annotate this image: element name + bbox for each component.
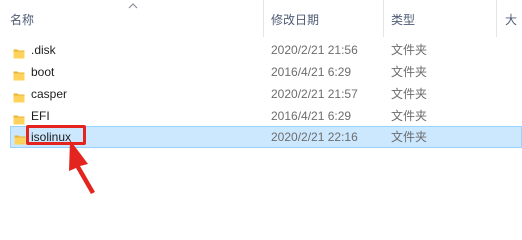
column-divider[interactable] xyxy=(263,0,264,37)
file-name: casper xyxy=(31,87,68,101)
folder-icon xyxy=(13,66,25,81)
column-divider[interactable] xyxy=(383,0,384,37)
folder-icon xyxy=(13,44,25,59)
folder-icon xyxy=(14,131,26,145)
column-header-date[interactable]: 修改日期 xyxy=(271,0,319,37)
file-type: 文件夹 xyxy=(391,65,428,79)
column-header-size[interactable]: 大 xyxy=(505,0,517,37)
file-row[interactable]: .disk 2020/2/21 21:56 文件夹 xyxy=(10,39,522,61)
annotation-arrow-icon xyxy=(69,140,95,194)
file-modified-date: 2020/2/21 22:16 xyxy=(271,130,358,144)
file-row[interactable]: casper 2020/2/21 21:57 文件夹 xyxy=(10,83,522,105)
file-row[interactable]: boot 2016/4/21 6:29 文件夹 xyxy=(10,61,522,83)
column-header-type[interactable]: 类型 xyxy=(391,0,415,37)
file-type: 文件夹 xyxy=(391,109,428,123)
folder-icon xyxy=(13,110,25,125)
file-modified-date: 2016/4/21 6:29 xyxy=(271,65,352,79)
file-type: 文件夹 xyxy=(391,43,428,57)
file-type: 文件夹 xyxy=(391,87,428,101)
file-row[interactable]: EFI 2016/4/21 6:29 文件夹 xyxy=(10,105,522,127)
folder-icon xyxy=(13,88,25,103)
file-explorer: 名称 修改日期 类型 大 .disk 2020/2/21 21:56 文件夹 boot… xyxy=(0,0,522,203)
file-name: EFI xyxy=(31,109,50,123)
sort-ascending-icon xyxy=(128,3,138,9)
file-name: boot xyxy=(31,65,55,79)
file-modified-date: 2020/2/21 21:56 xyxy=(271,43,358,57)
file-modified-date: 2020/2/21 21:57 xyxy=(271,87,358,101)
column-header-bar: 名称 修改日期 类型 大 xyxy=(0,0,522,37)
column-header-name[interactable]: 名称 xyxy=(10,0,34,37)
file-name: .disk xyxy=(31,43,56,57)
file-type: 文件夹 xyxy=(391,130,428,144)
file-modified-date: 2016/4/21 6:29 xyxy=(271,109,352,123)
column-divider[interactable] xyxy=(496,0,497,37)
